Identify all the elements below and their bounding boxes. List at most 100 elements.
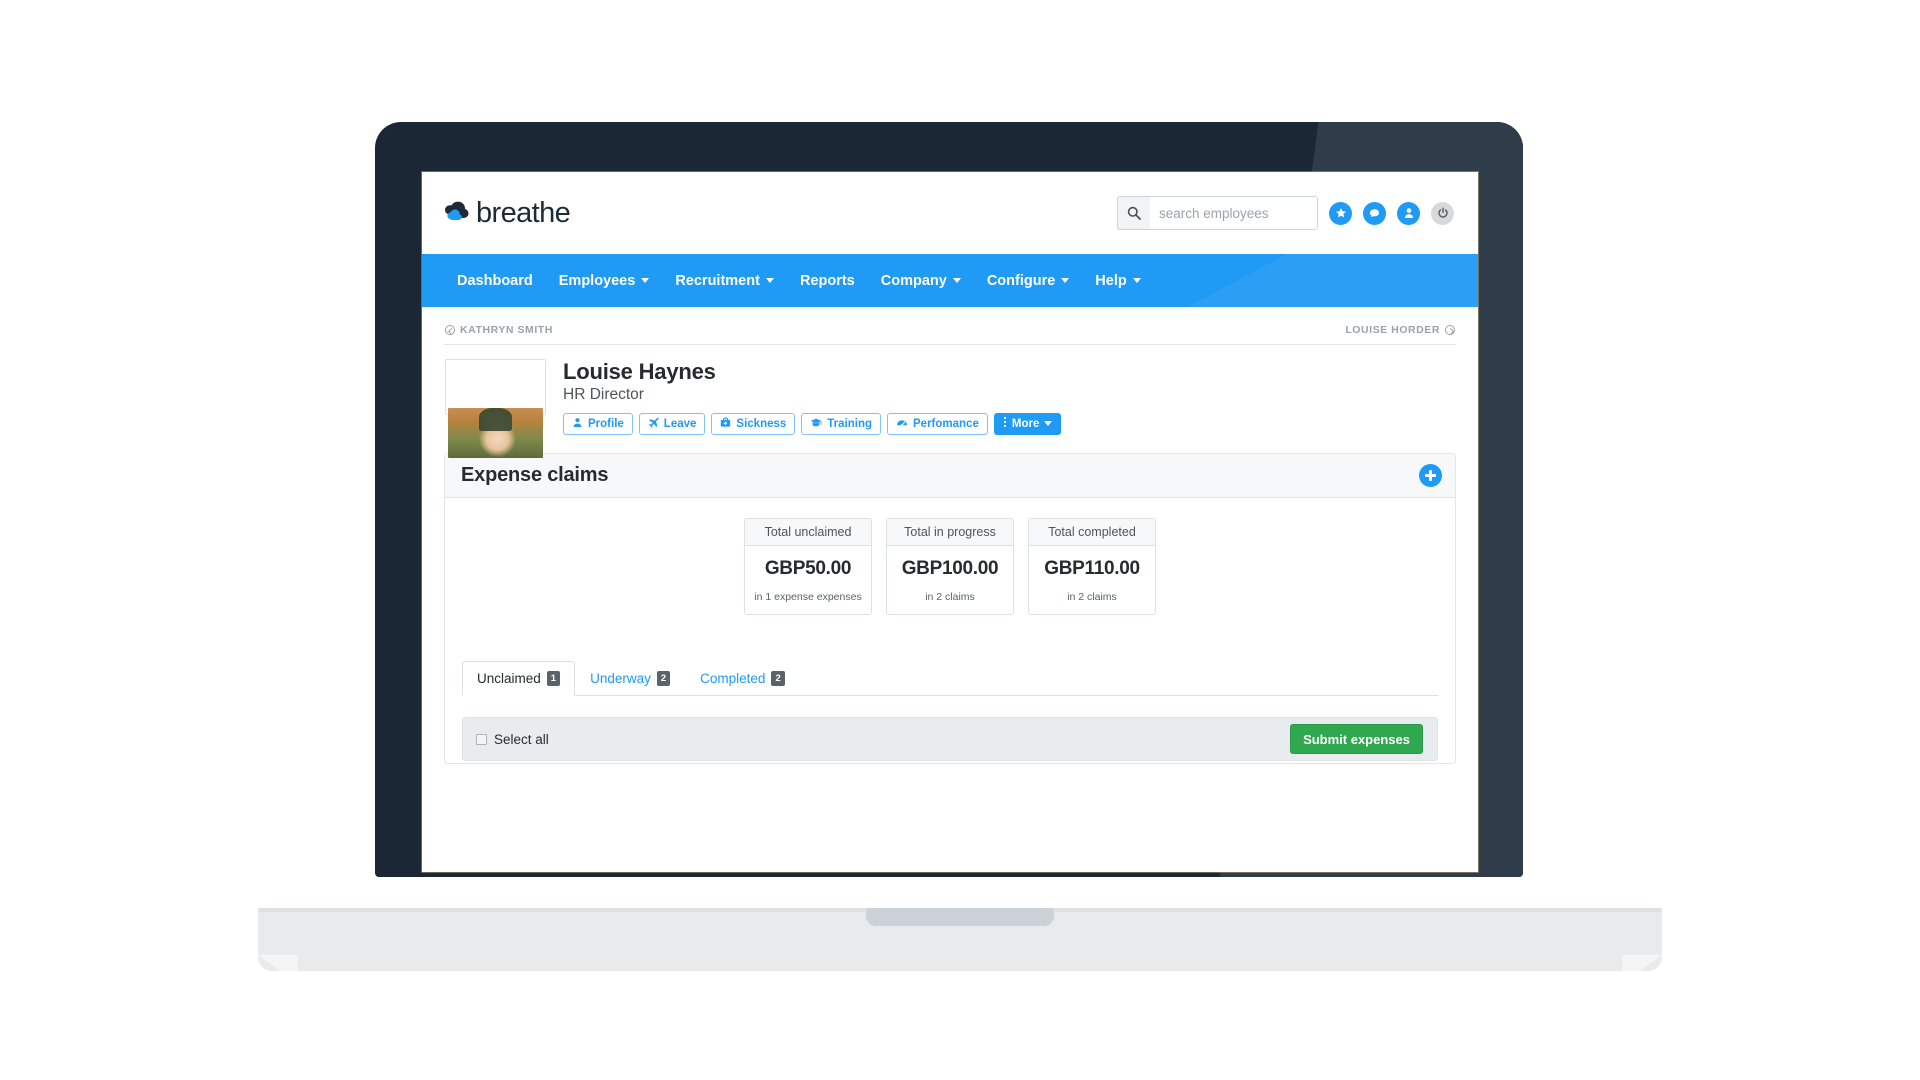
chevron-down-icon bbox=[1061, 278, 1070, 283]
stat-value: GBP50.00 bbox=[764, 557, 852, 579]
medical-kit-icon bbox=[720, 417, 731, 431]
search-input[interactable] bbox=[1150, 196, 1318, 230]
submit-expenses-button[interactable]: Submit expenses bbox=[1290, 724, 1423, 755]
star-icon[interactable] bbox=[1329, 201, 1352, 225]
app-topbar: breathe bbox=[422, 172, 1478, 254]
nav-label: Dashboard bbox=[457, 272, 533, 289]
stat-head: Total completed bbox=[1029, 518, 1155, 546]
stat-value: GBP100.00 bbox=[901, 557, 999, 579]
employee-photo-image bbox=[448, 407, 543, 458]
chevron-down-icon bbox=[765, 278, 774, 283]
employee-action-buttons: Profile Leave Sickness Training Perfoman… bbox=[563, 412, 1062, 435]
select-all-label: Select all bbox=[494, 731, 549, 747]
tab-label: Underway bbox=[590, 671, 651, 687]
select-all-checkbox[interactable] bbox=[476, 733, 487, 745]
nav-item-configure[interactable]: Configure bbox=[974, 273, 1082, 289]
nav-label: Configure bbox=[986, 272, 1056, 289]
user-icon[interactable] bbox=[1397, 201, 1420, 225]
breadcrumb-prev-label: KATHRYN SMITH bbox=[460, 324, 553, 336]
arrow-right-circle-icon bbox=[1445, 325, 1455, 335]
expense-tabs-wrapper: Unclaimed 1 Underway 2 Completed 2 bbox=[461, 660, 1439, 697]
stat-sub: in 2 claims bbox=[925, 590, 975, 603]
leave-label: Leave bbox=[663, 417, 697, 430]
nav-item-company[interactable]: Company bbox=[868, 273, 974, 289]
nav-item-reports[interactable]: Reports bbox=[787, 273, 868, 289]
stat-head: Total unclaimed bbox=[745, 518, 871, 546]
expense-tabs: Unclaimed 1 Underway 2 Completed 2 bbox=[462, 660, 1438, 697]
arrow-left-circle-icon bbox=[445, 325, 455, 335]
expense-summary-cards: Total unclaimed GBP50.00 in 1 expense ex… bbox=[461, 517, 1439, 615]
tab-completed[interactable]: Completed 2 bbox=[685, 661, 800, 697]
nav-item-employees[interactable]: Employees bbox=[546, 273, 663, 289]
more-label: More bbox=[1011, 417, 1040, 430]
plus-circle-icon[interactable] bbox=[1419, 463, 1442, 487]
main-nav: Dashboard Employees Recruitment Reports … bbox=[422, 254, 1478, 307]
nav-label: Reports bbox=[799, 272, 855, 289]
stat-value: GBP110.00 bbox=[1044, 557, 1140, 579]
dots-vertical-icon bbox=[1003, 416, 1007, 431]
gauge-icon bbox=[896, 417, 908, 431]
chevron-down-icon bbox=[1132, 278, 1141, 283]
laptop-mockup: breathe search employees Dashboard Emplo… bbox=[0, 0, 1920, 1080]
select-all-control[interactable]: Select all bbox=[476, 732, 549, 747]
breadcrumb: KATHRYN SMITH LOUISE HORDER bbox=[444, 307, 1456, 345]
chevron-down-icon bbox=[952, 278, 961, 283]
stat-card-total-unclaimed: Total unclaimed GBP50.00 in 1 expense ex… bbox=[744, 517, 872, 615]
tab-count-badge: 1 bbox=[546, 670, 561, 687]
stat-card-total-completed: Total completed GBP110.00 in 2 claims bbox=[1028, 517, 1156, 615]
more-button[interactable]: More bbox=[993, 412, 1062, 435]
stat-sub: in 2 claims bbox=[1067, 590, 1117, 603]
brand-name: breathe bbox=[476, 196, 571, 229]
nav-item-recruitment[interactable]: Recruitment bbox=[662, 273, 787, 289]
expense-claims-body: Total unclaimed GBP50.00 in 1 expense ex… bbox=[445, 498, 1455, 764]
page-title: Louise Haynes bbox=[563, 359, 716, 384]
stat-head: Total in progress bbox=[887, 518, 1013, 546]
sickness-button[interactable]: Sickness bbox=[711, 412, 796, 435]
employee-header: Louise Haynes HR Director Profile Leave … bbox=[444, 345, 1456, 458]
stat-card-total-in-progress: Total in progress GBP100.00 in 2 claims bbox=[886, 517, 1014, 615]
breadcrumb-next-label: LOUISE HORDER bbox=[1345, 324, 1440, 336]
leave-button[interactable]: Leave bbox=[638, 412, 706, 435]
laptop-screen: breathe search employees Dashboard Emplo… bbox=[422, 172, 1478, 872]
topbar-actions bbox=[1117, 196, 1454, 230]
tab-underway[interactable]: Underway 2 bbox=[575, 661, 685, 697]
training-button[interactable]: Training bbox=[801, 412, 882, 435]
graduation-cap-icon bbox=[810, 417, 822, 431]
performance-label: Perfomance bbox=[913, 417, 979, 430]
training-label: Training bbox=[827, 417, 873, 430]
tab-label: Completed bbox=[700, 671, 766, 687]
nav-sheen bbox=[1188, 254, 1478, 307]
profile-label: Profile bbox=[588, 417, 624, 430]
profile-button[interactable]: Profile bbox=[563, 412, 633, 435]
nav-item-help[interactable]: Help bbox=[1082, 273, 1153, 289]
nav-label: Employees bbox=[558, 272, 636, 289]
power-icon[interactable] bbox=[1431, 201, 1454, 225]
avatar[interactable] bbox=[445, 359, 546, 458]
stat-sub: in 1 expense expenses bbox=[754, 590, 862, 603]
plane-icon bbox=[648, 417, 659, 431]
sickness-label: Sickness bbox=[736, 417, 787, 430]
nav-label: Company bbox=[880, 272, 947, 289]
nav-item-dashboard[interactable]: Dashboard bbox=[444, 273, 546, 289]
panel-title: Expense claims bbox=[461, 463, 609, 486]
employee-identity: Louise Haynes HR Director Profile Leave … bbox=[563, 359, 1062, 435]
nav-label: Help bbox=[1095, 272, 1127, 289]
search-icon[interactable] bbox=[1117, 196, 1150, 230]
performance-button[interactable]: Perfomance bbox=[887, 412, 988, 435]
laptop-trackpad-notch bbox=[866, 908, 1054, 926]
breadcrumb-next-employee[interactable]: LOUISE HORDER bbox=[1345, 324, 1455, 336]
person-icon bbox=[572, 417, 583, 431]
chat-icon[interactable] bbox=[1363, 201, 1386, 225]
nav-label: Recruitment bbox=[675, 272, 760, 289]
expense-list-toolbar: Select all Submit expenses bbox=[462, 717, 1438, 762]
chevron-down-icon bbox=[641, 278, 650, 283]
brand-logo[interactable]: breathe bbox=[444, 196, 571, 230]
page-content: KATHRYN SMITH LOUISE HORDER Louise Hayne… bbox=[422, 307, 1478, 765]
employee-search bbox=[1117, 196, 1318, 230]
tab-count-badge: 2 bbox=[771, 670, 785, 687]
employee-role: HR Director bbox=[563, 385, 644, 403]
tab-unclaimed[interactable]: Unclaimed 1 bbox=[462, 660, 576, 697]
chevron-down-icon bbox=[1044, 421, 1053, 427]
cloud-icon bbox=[444, 201, 470, 225]
breadcrumb-prev-employee[interactable]: KATHRYN SMITH bbox=[445, 324, 553, 336]
